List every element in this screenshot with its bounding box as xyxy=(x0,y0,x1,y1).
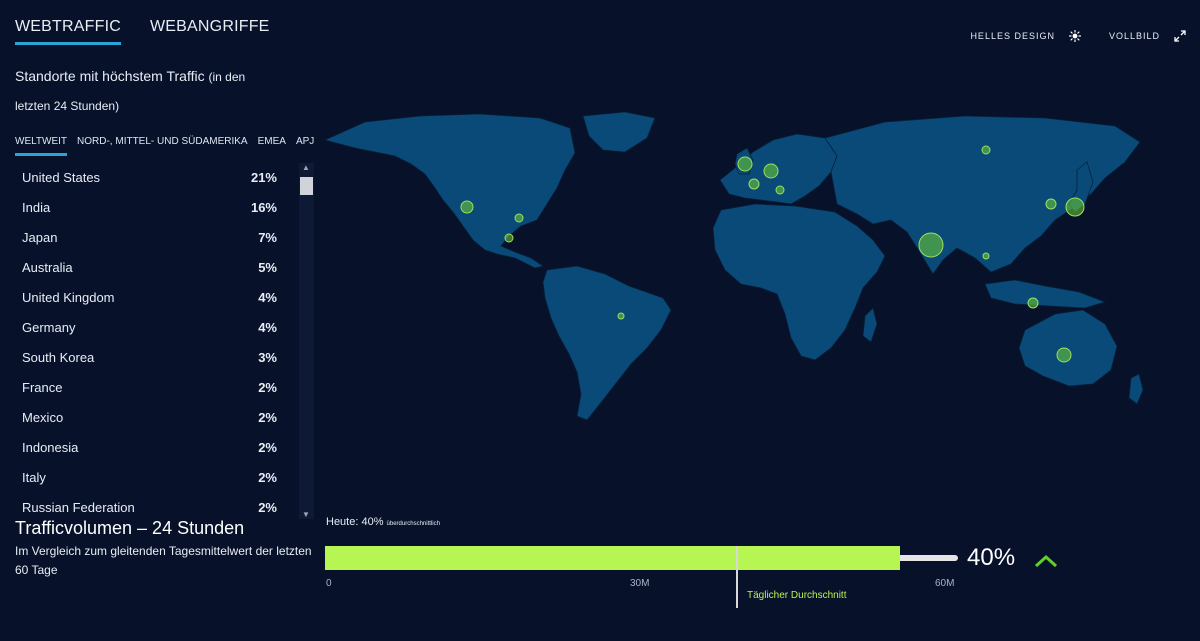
volume-subtitle: Im Vergleich zum gleitenden Tagesmittelw… xyxy=(15,544,312,577)
list-item[interactable]: Germany 4% xyxy=(22,312,277,342)
country-pct: 2% xyxy=(258,379,277,395)
marker-italy xyxy=(775,185,785,195)
south-america-landmass xyxy=(542,265,672,421)
list-item[interactable]: United Kingdom 4% xyxy=(22,282,277,312)
marker-us-south xyxy=(514,213,524,223)
list-item[interactable]: Italy 2% xyxy=(22,462,277,492)
country-name: Russian Federation xyxy=(22,499,135,515)
world-map xyxy=(323,108,1150,433)
country-name: Indonesia xyxy=(22,439,79,455)
list-item[interactable]: Japan 7% xyxy=(22,222,277,252)
top-actions: HELLES DESIGN VOLLBILD xyxy=(970,30,1186,42)
country-pct: 3% xyxy=(258,349,277,365)
daily-average-line xyxy=(736,546,738,608)
light-design-button[interactable]: HELLES DESIGN xyxy=(970,30,1081,42)
country-pct: 7% xyxy=(258,229,277,245)
country-pct: 16% xyxy=(250,199,277,215)
greenland-landmass xyxy=(582,111,656,153)
country-name: South Korea xyxy=(22,349,95,365)
country-pct: 4% xyxy=(258,319,277,335)
main-tabs: WEBTRAFFIC WEBANGRIFFE xyxy=(15,18,270,45)
africa-landmass xyxy=(712,203,886,361)
marker-korea xyxy=(1045,198,1057,210)
volume-percentage: 40% xyxy=(967,544,1016,571)
country-pct: 2% xyxy=(258,499,277,515)
marker-brazil xyxy=(617,312,625,320)
country-pct: 2% xyxy=(258,439,277,455)
chevron-up-icon xyxy=(1034,554,1058,568)
country-pct: 5% xyxy=(258,259,277,275)
panel-title: Standorte mit höchstem Traffic (in den l… xyxy=(15,62,305,120)
list-item[interactable]: Australia 5% xyxy=(22,252,277,282)
world-map-svg xyxy=(323,111,1144,421)
expand-icon xyxy=(1174,30,1186,42)
tab-webangriffe[interactable]: WEBANGRIFFE xyxy=(150,18,270,45)
tab-webtraffic[interactable]: WEBTRAFFIC xyxy=(15,18,121,45)
marker-uk xyxy=(737,156,753,172)
marker-indonesia xyxy=(1027,297,1039,309)
scroll-up-icon[interactable]: ▲ xyxy=(302,163,310,172)
country-pct: 4% xyxy=(258,289,277,305)
country-pct: 2% xyxy=(258,469,277,485)
fullscreen-label: VOLLBILD xyxy=(1108,31,1160,41)
volume-bar-fill xyxy=(325,546,900,570)
country-name: France xyxy=(22,379,63,395)
volume-title: Trafficvolumen – 24 Stunden xyxy=(15,518,245,538)
list-item[interactable]: South Korea 3% xyxy=(22,342,277,372)
today-suffix: überdurchschnittlich xyxy=(386,521,440,527)
today-value: Heute: 40% xyxy=(326,516,384,528)
marker-japan xyxy=(1065,197,1085,217)
country-name: United States xyxy=(22,169,101,185)
list-item[interactable]: India 16% xyxy=(22,192,277,222)
panel-title-suffix-1: (in den xyxy=(208,70,246,84)
scroll-thumb[interactable] xyxy=(300,177,313,195)
volume-bar-tail xyxy=(900,555,958,561)
country-pct: 21% xyxy=(250,169,277,185)
panel-title-main: Standorte mit höchstem Traffic xyxy=(15,68,205,84)
today-label: Heute: 40% überdurchschnittlich xyxy=(326,516,440,528)
fullscreen-button[interactable]: VOLLBILD xyxy=(1109,30,1186,42)
marker-france xyxy=(748,178,760,190)
panel-title-suffix-2: letzten 24 Stunden) xyxy=(15,99,120,113)
region-tabs: WELTWEIT NORD-, MITTEL- UND SÜDAMERIKA E… xyxy=(15,136,314,156)
list-item[interactable]: United States 21% xyxy=(22,162,277,192)
country-name: Japan xyxy=(22,229,58,245)
country-name: Australia xyxy=(22,259,73,275)
scroll-down-icon[interactable]: ▼ xyxy=(302,510,310,519)
madagascar-landmass xyxy=(862,307,878,343)
country-name: Italy xyxy=(22,469,46,485)
locations-list: United States 21% India 16% Japan 7% Austra… xyxy=(22,162,277,522)
list-scrollbar[interactable]: ▲ ▼ xyxy=(299,163,314,519)
indonesia-landmass xyxy=(984,279,1107,309)
light-design-label: HELLES DESIGN xyxy=(970,31,1055,41)
region-tab-apj[interactable]: APJ xyxy=(296,136,314,156)
list-item[interactable]: Indonesia 2% xyxy=(22,432,277,462)
australia-landmass xyxy=(1018,309,1118,387)
tick-label: 30M xyxy=(630,578,650,589)
daily-average-label: Täglicher Durchschnitt xyxy=(747,590,847,601)
marker-russia xyxy=(981,145,991,155)
marker-mexico xyxy=(504,233,514,243)
tick-label: 0 xyxy=(326,578,332,589)
marker-australia xyxy=(1056,347,1072,363)
new-zealand-landmass xyxy=(1128,373,1144,405)
list-item[interactable]: France 2% xyxy=(22,372,277,402)
north-america-landmass xyxy=(323,113,576,269)
list-item[interactable]: Mexico 2% xyxy=(22,402,277,432)
country-pct: 2% xyxy=(258,409,277,425)
country-name: Mexico xyxy=(22,409,64,425)
region-tab-americas[interactable]: NORD-, MITTEL- UND SÜDAMERIKA xyxy=(77,136,248,156)
marker-germany xyxy=(763,163,779,179)
region-tab-emea[interactable]: EMEA xyxy=(258,136,286,156)
sun-icon xyxy=(1068,30,1081,42)
marker-us-west xyxy=(460,200,474,214)
country-name: United Kingdom xyxy=(22,289,115,305)
country-name: India xyxy=(22,199,51,215)
tick-label: 60M xyxy=(935,578,955,589)
marker-india xyxy=(918,232,944,258)
region-tab-weltweit[interactable]: WELTWEIT xyxy=(15,136,68,156)
marker-thailand xyxy=(982,252,990,260)
country-name: Germany xyxy=(22,319,76,335)
